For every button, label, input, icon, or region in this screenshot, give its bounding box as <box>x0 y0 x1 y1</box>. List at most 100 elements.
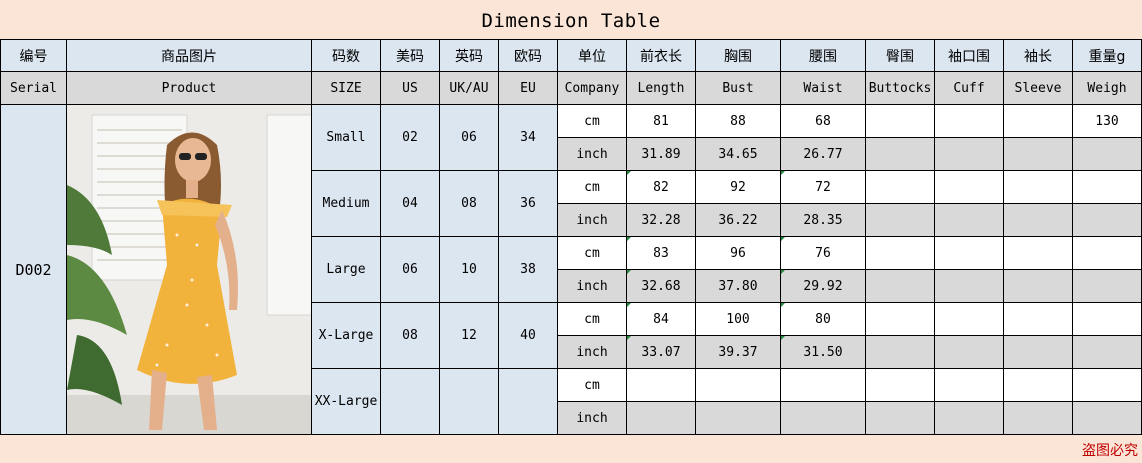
uk-size: 06 <box>439 104 499 171</box>
length-cell <box>626 401 696 435</box>
header-cell: 欧码 <box>498 39 558 72</box>
sleeve-cell <box>1003 269 1073 303</box>
waist-cell <box>780 401 866 435</box>
buttocks-cell <box>865 104 935 138</box>
table-title: Dimension Table <box>0 0 1142 40</box>
weight-cell <box>1072 236 1142 270</box>
header-cell: Waist <box>780 71 866 105</box>
cuff-cell <box>934 401 1004 435</box>
header-cell: Bust <box>695 71 781 105</box>
length-cell: 32.28 <box>626 203 696 237</box>
header-cell: 重量g <box>1072 39 1142 72</box>
sleeve-cell <box>1003 368 1073 402</box>
length-cell: 83 <box>626 236 696 270</box>
header-cell: 臀围 <box>865 39 935 72</box>
sleeve-cell <box>1003 401 1073 435</box>
buttocks-cell <box>865 368 935 402</box>
uk-size <box>439 368 499 435</box>
weight-cell <box>1072 302 1142 336</box>
dimension-table: 编号 商品图片 码数 美码 英码 欧码 单位 前衣长 胸围 腰围 臀围 袖口围 … <box>0 39 1142 435</box>
us-size <box>380 368 440 435</box>
product-photo <box>66 104 312 435</box>
header-cell: 商品图片 <box>66 39 312 72</box>
header-cell: Weigh <box>1072 71 1142 105</box>
bust-cell: 36.22 <box>695 203 781 237</box>
us-size: 06 <box>380 236 440 303</box>
cuff-cell <box>934 137 1004 171</box>
waist-cell: 68 <box>780 104 866 138</box>
size-name: Medium <box>311 170 381 237</box>
eu-size <box>498 368 558 435</box>
eu-size: 34 <box>498 104 558 171</box>
buttocks-cell <box>865 170 935 204</box>
uk-size: 08 <box>439 170 499 237</box>
uk-size: 10 <box>439 236 499 303</box>
us-size: 08 <box>380 302 440 369</box>
length-cell: 84 <box>626 302 696 336</box>
bust-cell: 34.65 <box>695 137 781 171</box>
length-cell: 31.89 <box>626 137 696 171</box>
unit-cell: inch <box>557 203 627 237</box>
waist-cell: 76 <box>780 236 866 270</box>
header-cell: 单位 <box>557 39 627 72</box>
buttocks-cell <box>865 335 935 369</box>
waist-cell: 26.77 <box>780 137 866 171</box>
unit-cell: cm <box>557 302 627 336</box>
header-cell: SIZE <box>311 71 381 105</box>
bust-cell: 92 <box>695 170 781 204</box>
header-cell: 美码 <box>380 39 440 72</box>
length-cell: 82 <box>626 170 696 204</box>
size-name: Small <box>311 104 381 171</box>
header-cell: US <box>380 71 440 105</box>
header-cell: Company <box>557 71 627 105</box>
cuff-cell <box>934 104 1004 138</box>
buttocks-cell <box>865 137 935 171</box>
buttocks-cell <box>865 203 935 237</box>
length-cell: 81 <box>626 104 696 138</box>
eu-size: 36 <box>498 170 558 237</box>
bust-cell: 88 <box>695 104 781 138</box>
header-cell: Length <box>626 71 696 105</box>
length-cell <box>626 368 696 402</box>
us-size: 04 <box>380 170 440 237</box>
sleeve-cell <box>1003 302 1073 336</box>
bust-cell: 37.80 <box>695 269 781 303</box>
weight-cell <box>1072 335 1142 369</box>
bust-cell <box>695 368 781 402</box>
header-cell: Buttocks <box>865 71 935 105</box>
header-cell: Serial <box>0 71 67 105</box>
buttocks-cell <box>865 236 935 270</box>
weight-cell: 130 <box>1072 104 1142 138</box>
waist-cell <box>780 368 866 402</box>
cuff-cell <box>934 302 1004 336</box>
header-cell: 英码 <box>439 39 499 72</box>
weight-cell <box>1072 368 1142 402</box>
header-cell: 码数 <box>311 39 381 72</box>
header-cell: EU <box>498 71 558 105</box>
header-cell: UK/AU <box>439 71 499 105</box>
bust-cell: 100 <box>695 302 781 336</box>
buttocks-cell <box>865 302 935 336</box>
cuff-cell <box>934 335 1004 369</box>
header-cell: Sleeve <box>1003 71 1073 105</box>
serial-cell: D002 <box>0 104 67 435</box>
sleeve-cell <box>1003 137 1073 171</box>
unit-cell: inch <box>557 269 627 303</box>
sleeve-cell <box>1003 236 1073 270</box>
sleeve-cell <box>1003 335 1073 369</box>
bust-cell: 39.37 <box>695 335 781 369</box>
header-cell: 胸围 <box>695 39 781 72</box>
header-cell: 前衣长 <box>626 39 696 72</box>
buttocks-cell <box>865 269 935 303</box>
unit-cell: cm <box>557 236 627 270</box>
header-cell: Cuff <box>934 71 1004 105</box>
length-cell: 32.68 <box>626 269 696 303</box>
cuff-cell <box>934 236 1004 270</box>
cuff-cell <box>934 170 1004 204</box>
size-name: Large <box>311 236 381 303</box>
header-cell: 腰围 <box>780 39 866 72</box>
uk-size: 12 <box>439 302 499 369</box>
sleeve-cell <box>1003 104 1073 138</box>
header-cell: 袖长 <box>1003 39 1073 72</box>
header-cell: 袖口围 <box>934 39 1004 72</box>
